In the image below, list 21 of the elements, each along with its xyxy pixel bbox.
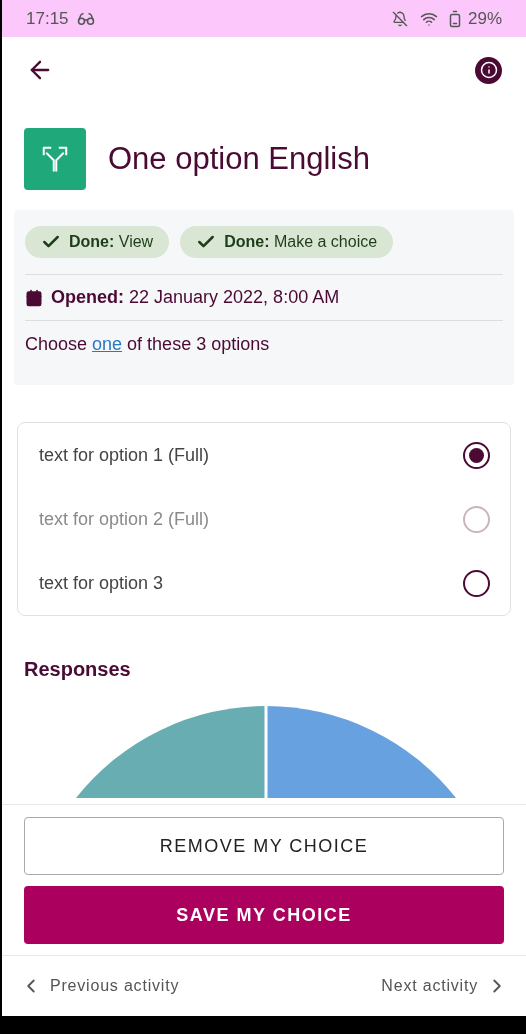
completion-badge: Done: Make a choice — [180, 226, 394, 258]
instruction-text: Choose one of these 3 options — [25, 333, 271, 356]
option-row[interactable]: text for option 3 — [18, 551, 510, 615]
completion-badge: Done: View — [25, 226, 170, 258]
radio-button[interactable] — [463, 569, 490, 597]
activity-icon — [24, 128, 86, 190]
radio-button[interactable] — [463, 441, 490, 469]
responses-heading: Responses — [23, 657, 132, 682]
next-activity-link[interactable]: Next activity — [381, 974, 508, 998]
remove-button[interactable]: REMOVE MY CHOICE — [24, 817, 504, 875]
battery-percent: 29% — [467, 7, 502, 30]
calendar-icon — [25, 288, 43, 307]
save-button[interactable]: SAVE MY CHOICE — [24, 886, 504, 944]
status-time: 17:15 — [26, 7, 69, 30]
activity-title: One option English — [108, 139, 370, 178]
previous-activity-link[interactable]: Previous activity — [20, 974, 180, 998]
opened-date: Opened: 22 January 2022, 8:00 AM — [51, 286, 340, 309]
instruction-link[interactable]: one — [92, 334, 123, 354]
info-button[interactable] — [475, 56, 502, 84]
option-row[interactable]: text for option 1 (Full) — [18, 423, 510, 487]
bell-off-icon — [391, 10, 408, 27]
